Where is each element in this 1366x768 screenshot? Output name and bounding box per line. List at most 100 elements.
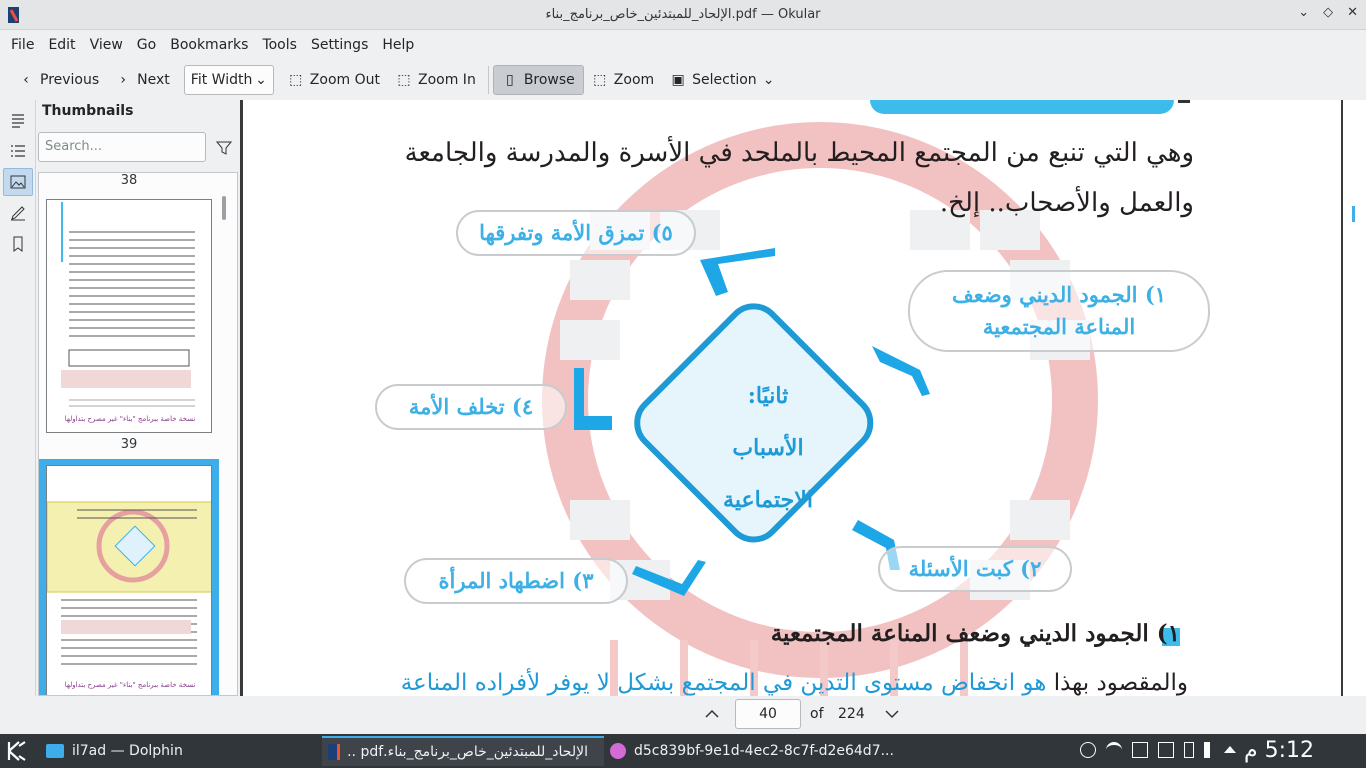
zoom-mode-select[interactable]: Fit Width ⌄ [183,65,274,95]
thumbnail-scrollbar[interactable] [222,196,226,220]
chevron-down-icon: ⌄ [255,72,267,88]
filter-icon[interactable] [216,140,232,156]
contents-tab[interactable] [3,106,33,134]
diagram-item-1: ١) الجمود الديني وضعف المناعة المجتمعية [908,270,1210,352]
pen-icon [11,206,25,221]
toolbar-separator [487,66,489,94]
zoom-out-label: Zoom Out [309,72,380,88]
bookmarks-tab[interactable] [3,230,33,258]
updates-icon[interactable] [1080,742,1096,758]
menu-help[interactable]: Help [375,30,421,60]
document-view[interactable]: وهي التي تنبع من المجتمع المحيط بالملحد … [240,100,1366,696]
list-icon [11,145,25,157]
thumbnail-content [61,202,195,407]
next-button[interactable]: › Next [107,65,178,95]
battery-icon[interactable] [1184,742,1194,758]
previous-label: Previous [40,72,100,88]
chevron-down-icon: ⌄ [762,72,775,88]
chevron-down-icon[interactable] [884,706,900,722]
system-tray [1080,742,1236,758]
reviews-tab[interactable] [3,199,33,227]
task-dolphin[interactable]: il7ad — Dolphin [40,736,189,766]
selection-icon: ▣ [671,72,685,88]
total-pages: 224 [838,706,865,722]
taskbar: il7ad — Dolphin الإلحاد_للمبتدئين_خاص_بر… [0,734,1366,768]
highlighted-text: هو انخفاض مستوى التدين في المجتمع بشكل ل… [400,670,1047,696]
task-label: d5c839bf-9e1d-4ec2-8c7f-d2e64d7... [634,743,894,759]
body-text: والمقصود بهذا [1046,670,1188,696]
menu-go[interactable]: Go [130,30,163,60]
browser-icon [610,743,626,759]
okular-app-icon [8,7,19,23]
task-browser[interactable]: d5c839bf-9e1d-4ec2-8c7f-d2e64d7... [604,736,900,766]
task-label: الإلحاد_للمبتدئين_خاص_برنامج_بناء.pdf ..… [348,744,588,760]
thumbnail-page[interactable]: نسخة خاصة ببرنامج "بناء" غير مصرح بتداول… [46,199,212,433]
network-icon[interactable] [1132,742,1148,758]
diagram-item-4: ٤) تخلف الأمة [375,384,567,430]
zoom-tool-button[interactable]: ⬚ Zoom [584,65,662,95]
zoom-in-icon: ⬚ [397,72,411,88]
chevron-up-icon[interactable] [704,706,720,722]
thumbnail-page[interactable]: نسخة خاصة ببرنامج "بناء" غير مصرح بتداول… [46,465,212,695]
page-number-input[interactable]: 40 [735,699,801,729]
diagram-item-label: ١) الجمود الديني وضعف المناعة المجتمعية [951,282,1167,339]
zoom-mode-value: Fit Width [190,72,253,88]
clipboard-icon[interactable] [1158,742,1174,758]
paragraph-body: والمقصود بهذا هو انخفاض مستوى التدين في … [388,670,1188,696]
zoom-select-icon: ⬚ [593,72,607,88]
of-label: of [810,706,824,722]
thumbnail-list: 38 نسخة خاصة ببرنامج "بناء" غير مصرح بتد… [38,172,238,696]
menu-edit[interactable]: Edit [41,30,82,60]
chevron-left-icon: ‹ [23,72,29,88]
main-toolbar: ‹ Previous › Next Fit Width ⌄ ⬚ Zoom Out… [0,60,1366,100]
browse-label: Browse [523,72,575,88]
expand-tray-icon[interactable] [1224,746,1236,753]
menu-bar: File Edit View Go Bookmarks Tools Settin… [0,30,1366,60]
task-label: il7ad — Dolphin [72,743,183,759]
selection-button[interactable]: ▣ Selection ⌄ [662,65,782,95]
kde-launcher-icon[interactable] [6,740,28,762]
maximize-icon[interactable]: ◇ [1323,5,1333,20]
browse-button[interactable]: ▯ Browse [492,65,584,95]
menu-bookmarks[interactable]: Bookmarks [163,30,255,60]
thumb-footer: نسخة خاصة ببرنامج "بناء" غير مصرح بتداول… [64,415,196,423]
diagram-item-label: ٣) اضطهاد المرأة [438,568,594,593]
close-icon[interactable]: ✕ [1347,5,1358,20]
zoom-label: Zoom [613,72,655,88]
task-okular[interactable]: الإلحاد_للمبتدئين_خاص_برنامج_بناء.pdf ..… [322,736,604,766]
page-navigation: 40 of 224 [240,696,1366,734]
next-label: Next [137,72,170,88]
selection-label: Selection [692,72,757,88]
mouse-icon: ▯ [505,72,514,88]
zoom-out-button[interactable]: ⬚ Zoom Out [280,65,388,95]
thumbnails-tab[interactable] [3,168,33,196]
section-heading: ١) الجمود الديني وضعف المناعة المجتمعية [770,620,1180,647]
menu-tools[interactable]: Tools [255,30,304,60]
page-edge [1341,100,1343,696]
zoom-in-button[interactable]: ⬚ Zoom In [388,65,484,95]
menu-file[interactable]: File [4,30,41,60]
document-scrollbar[interactable] [1352,206,1355,222]
title-bar: الإلحاد_للمبتدئين_خاص_برنامج_بناء.pdf — … [0,0,1366,30]
layers-tab[interactable] [3,137,33,165]
diagram-item-2: ٢) كبت الأسئلة [878,546,1072,592]
diagram-center: ثانيًا: الأسباب الاجتماعية [678,370,858,526]
menu-settings[interactable]: Settings [304,30,375,60]
chevron-right-icon: › [120,72,126,88]
wifi-icon[interactable] [1106,742,1122,758]
previous-button[interactable]: ‹ Previous [10,65,107,95]
thumb-page-number: 39 [120,437,138,452]
window-title: الإلحاد_للمبتدئين_خاص_برنامج_بناء.pdf — … [545,7,821,22]
thumbnail-content [47,501,211,665]
minimize-icon[interactable]: ⌄ [1298,5,1309,20]
center-line: ثانيًا: [747,383,789,409]
center-line: الأسباب [732,435,804,461]
clock[interactable]: 5:12 م [1244,738,1314,763]
bookmark-icon [13,236,23,252]
contents-icon [12,114,24,128]
thumbnail-search-input[interactable]: Search... [38,132,206,162]
zoom-out-icon: ⬚ [289,72,303,88]
panel-heading: Thumbnails [42,103,134,119]
volume-icon[interactable] [1204,742,1214,758]
menu-view[interactable]: View [83,30,130,60]
